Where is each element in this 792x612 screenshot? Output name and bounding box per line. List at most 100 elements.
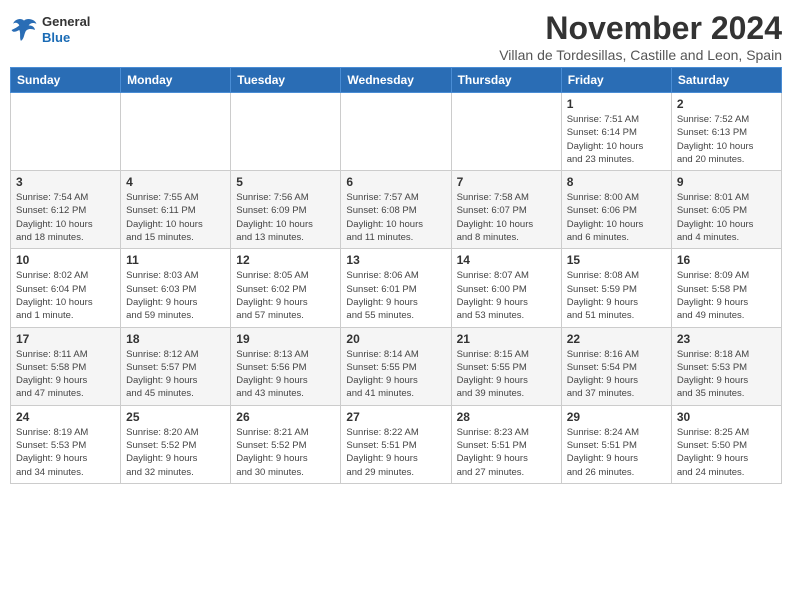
calendar-cell: 15Sunrise: 8:08 AM Sunset: 5:59 PM Dayli… xyxy=(561,249,671,327)
day-number: 21 xyxy=(457,332,556,346)
calendar-week-row: 1 Sunrise: 7:51 AM Sunset: 6:14 PM Daylig… xyxy=(11,93,782,171)
weekday-header: Wednesday xyxy=(341,68,451,93)
day-info: Sunrise: 8:20 AM Sunset: 5:52 PM Dayligh… xyxy=(126,426,225,479)
day-info: Sunrise: 7:51 AM Sunset: 6:14 PM Dayligh… xyxy=(567,113,666,166)
day-info: Sunrise: 8:00 AM Sunset: 6:06 PM Dayligh… xyxy=(567,191,666,244)
day-number: 2 xyxy=(677,97,776,111)
day-info: Sunrise: 7:55 AM Sunset: 6:11 PM Dayligh… xyxy=(126,191,225,244)
calendar-cell: 11 Sunrise: 8:03 AM Sunset: 6:03 PM Dayli… xyxy=(121,249,231,327)
calendar-week-row: 17 Sunrise: 8:11 AM Sunset: 5:58 PM Dayli… xyxy=(11,327,782,405)
calendar-cell: 14 Sunrise: 8:07 AM Sunset: 6:00 PM Dayli… xyxy=(451,249,561,327)
calendar: SundayMondayTuesdayWednesdayThursdayFrid… xyxy=(10,67,782,484)
day-info: Sunrise: 8:03 AM Sunset: 6:03 PM Dayligh… xyxy=(126,269,225,322)
logo-bird-icon xyxy=(10,16,38,44)
calendar-cell xyxy=(231,93,341,171)
day-number: 8 xyxy=(567,175,666,189)
day-number: 3 xyxy=(16,175,115,189)
day-info: Sunrise: 8:23 AM Sunset: 5:51 PM Dayligh… xyxy=(457,426,556,479)
calendar-cell: 10 Sunrise: 8:02 AM Sunset: 6:04 PM Dayli… xyxy=(11,249,121,327)
calendar-cell: 16 Sunrise: 8:09 AM Sunset: 5:58 PM Dayli… xyxy=(671,249,781,327)
day-number: 25 xyxy=(126,410,225,424)
calendar-cell: 9Sunrise: 8:01 AM Sunset: 6:05 PM Daylig… xyxy=(671,171,781,249)
calendar-cell: 1 Sunrise: 7:51 AM Sunset: 6:14 PM Daylig… xyxy=(561,93,671,171)
day-info: Sunrise: 8:14 AM Sunset: 5:55 PM Dayligh… xyxy=(346,348,445,401)
day-number: 17 xyxy=(16,332,115,346)
day-number: 27 xyxy=(346,410,445,424)
day-info: Sunrise: 7:56 AM Sunset: 6:09 PM Dayligh… xyxy=(236,191,335,244)
day-number: 4 xyxy=(126,175,225,189)
calendar-cell: 24 Sunrise: 8:19 AM Sunset: 5:53 PM Dayli… xyxy=(11,405,121,483)
weekday-header: Monday xyxy=(121,68,231,93)
day-info: Sunrise: 8:08 AM Sunset: 5:59 PM Dayligh… xyxy=(567,269,666,322)
logo-text: General Blue xyxy=(42,14,90,45)
calendar-cell: 8 Sunrise: 8:00 AM Sunset: 6:06 PM Daylig… xyxy=(561,171,671,249)
day-number: 19 xyxy=(236,332,335,346)
month-title: November 2024 xyxy=(499,10,782,47)
calendar-cell: 27 Sunrise: 8:22 AM Sunset: 5:51 PM Dayli… xyxy=(341,405,451,483)
day-info: Sunrise: 8:05 AM Sunset: 6:02 PM Dayligh… xyxy=(236,269,335,322)
calendar-cell: 23Sunrise: 8:18 AM Sunset: 5:53 PM Dayli… xyxy=(671,327,781,405)
calendar-cell: 13 Sunrise: 8:06 AM Sunset: 6:01 PM Dayli… xyxy=(341,249,451,327)
weekday-header: Friday xyxy=(561,68,671,93)
day-info: Sunrise: 8:02 AM Sunset: 6:04 PM Dayligh… xyxy=(16,269,115,322)
calendar-cell xyxy=(451,93,561,171)
day-number: 29 xyxy=(567,410,666,424)
calendar-cell xyxy=(341,93,451,171)
calendar-cell xyxy=(121,93,231,171)
day-number: 20 xyxy=(346,332,445,346)
day-number: 28 xyxy=(457,410,556,424)
calendar-cell: 29 Sunrise: 8:24 AM Sunset: 5:51 PM Dayli… xyxy=(561,405,671,483)
calendar-week-row: 10 Sunrise: 8:02 AM Sunset: 6:04 PM Dayli… xyxy=(11,249,782,327)
day-number: 26 xyxy=(236,410,335,424)
calendar-cell: 3 Sunrise: 7:54 AM Sunset: 6:12 PM Daylig… xyxy=(11,171,121,249)
calendar-cell: 12Sunrise: 8:05 AM Sunset: 6:02 PM Dayli… xyxy=(231,249,341,327)
day-number: 24 xyxy=(16,410,115,424)
day-info: Sunrise: 8:21 AM Sunset: 5:52 PM Dayligh… xyxy=(236,426,335,479)
day-info: Sunrise: 8:25 AM Sunset: 5:50 PM Dayligh… xyxy=(677,426,776,479)
day-info: Sunrise: 8:24 AM Sunset: 5:51 PM Dayligh… xyxy=(567,426,666,479)
calendar-week-row: 3 Sunrise: 7:54 AM Sunset: 6:12 PM Daylig… xyxy=(11,171,782,249)
calendar-cell: 6 Sunrise: 7:57 AM Sunset: 6:08 PM Daylig… xyxy=(341,171,451,249)
title-area: November 2024 Villan de Tordesillas, Cas… xyxy=(499,10,782,63)
day-info: Sunrise: 8:06 AM Sunset: 6:01 PM Dayligh… xyxy=(346,269,445,322)
weekday-header: Sunday xyxy=(11,68,121,93)
calendar-cell: 2 Sunrise: 7:52 AM Sunset: 6:13 PM Daylig… xyxy=(671,93,781,171)
day-info: Sunrise: 7:52 AM Sunset: 6:13 PM Dayligh… xyxy=(677,113,776,166)
day-number: 14 xyxy=(457,253,556,267)
day-info: Sunrise: 8:11 AM Sunset: 5:58 PM Dayligh… xyxy=(16,348,115,401)
day-number: 13 xyxy=(346,253,445,267)
day-number: 30 xyxy=(677,410,776,424)
calendar-week-row: 24 Sunrise: 8:19 AM Sunset: 5:53 PM Dayli… xyxy=(11,405,782,483)
day-number: 6 xyxy=(346,175,445,189)
calendar-cell: 19 Sunrise: 8:13 AM Sunset: 5:56 PM Dayli… xyxy=(231,327,341,405)
calendar-cell: 21Sunrise: 8:15 AM Sunset: 5:55 PM Dayli… xyxy=(451,327,561,405)
header: General Blue November 2024 Villan de Tor… xyxy=(10,10,782,63)
day-number: 16 xyxy=(677,253,776,267)
calendar-cell: 22Sunrise: 8:16 AM Sunset: 5:54 PM Dayli… xyxy=(561,327,671,405)
day-number: 23 xyxy=(677,332,776,346)
calendar-cell: 18Sunrise: 8:12 AM Sunset: 5:57 PM Dayli… xyxy=(121,327,231,405)
weekday-header: Tuesday xyxy=(231,68,341,93)
weekday-header: Saturday xyxy=(671,68,781,93)
weekday-header: Thursday xyxy=(451,68,561,93)
day-number: 11 xyxy=(126,253,225,267)
day-info: Sunrise: 8:07 AM Sunset: 6:00 PM Dayligh… xyxy=(457,269,556,322)
day-number: 18 xyxy=(126,332,225,346)
day-info: Sunrise: 8:09 AM Sunset: 5:58 PM Dayligh… xyxy=(677,269,776,322)
logo: General Blue xyxy=(10,14,90,45)
day-info: Sunrise: 7:54 AM Sunset: 6:12 PM Dayligh… xyxy=(16,191,115,244)
calendar-cell: 7 Sunrise: 7:58 AM Sunset: 6:07 PM Daylig… xyxy=(451,171,561,249)
day-info: Sunrise: 8:22 AM Sunset: 5:51 PM Dayligh… xyxy=(346,426,445,479)
day-number: 7 xyxy=(457,175,556,189)
day-info: Sunrise: 8:13 AM Sunset: 5:56 PM Dayligh… xyxy=(236,348,335,401)
day-info: Sunrise: 8:19 AM Sunset: 5:53 PM Dayligh… xyxy=(16,426,115,479)
day-info: Sunrise: 7:58 AM Sunset: 6:07 PM Dayligh… xyxy=(457,191,556,244)
day-number: 10 xyxy=(16,253,115,267)
calendar-cell: 5Sunrise: 7:56 AM Sunset: 6:09 PM Daylig… xyxy=(231,171,341,249)
day-info: Sunrise: 7:57 AM Sunset: 6:08 PM Dayligh… xyxy=(346,191,445,244)
day-number: 1 xyxy=(567,97,666,111)
calendar-cell: 20 Sunrise: 8:14 AM Sunset: 5:55 PM Dayli… xyxy=(341,327,451,405)
calendar-cell: 4 Sunrise: 7:55 AM Sunset: 6:11 PM Daylig… xyxy=(121,171,231,249)
calendar-cell xyxy=(11,93,121,171)
calendar-cell: 17 Sunrise: 8:11 AM Sunset: 5:58 PM Dayli… xyxy=(11,327,121,405)
